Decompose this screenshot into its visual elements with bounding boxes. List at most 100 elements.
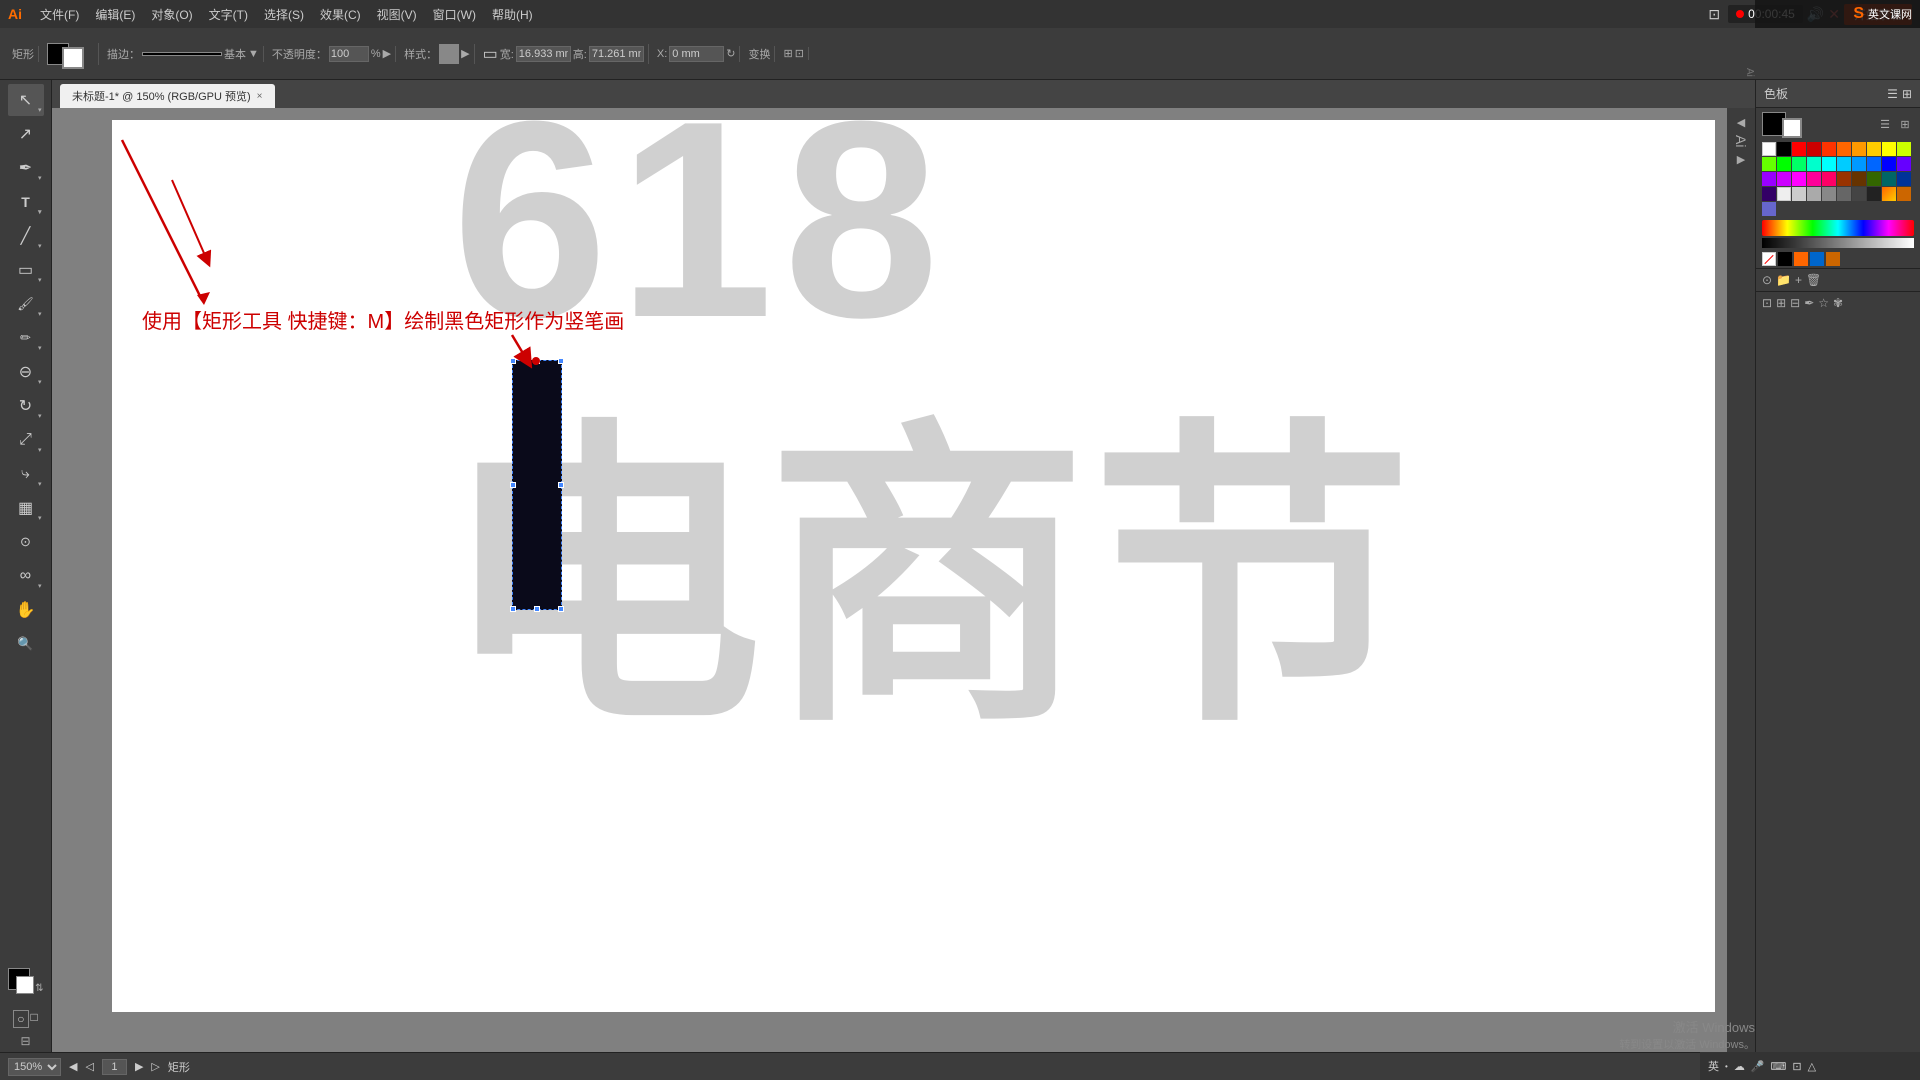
swatch-custom1[interactable]	[1794, 252, 1808, 266]
menu-select[interactable]: 选择(S)	[258, 4, 310, 25]
black-rectangle[interactable]	[512, 360, 562, 610]
style-icon[interactable]: ☆	[1818, 296, 1829, 310]
color-spectrum-bar[interactable]	[1762, 220, 1914, 236]
swatch-orange2[interactable]	[1852, 142, 1866, 156]
canvas-area[interactable]: 未标题-1* @ 150% (RGB/GPU 预览) × 618 电商 节	[52, 80, 1755, 1052]
swatch-grid-icon[interactable]: ⊞	[1896, 115, 1914, 133]
swatch-green2[interactable]	[1777, 157, 1791, 171]
align-icon[interactable]: ⊞	[783, 47, 792, 60]
x-input[interactable]	[669, 46, 724, 62]
swatch-gray3[interactable]	[1807, 187, 1821, 201]
zoom-select[interactable]: 150% 100% 200%	[8, 1058, 61, 1076]
taskbar-icon1[interactable]: ⊡	[1792, 1060, 1801, 1073]
opacity-input[interactable]	[329, 46, 369, 62]
swatch-magenta2[interactable]	[1792, 172, 1806, 186]
swatch-red3[interactable]	[1822, 142, 1836, 156]
taskbar-icon2[interactable]: △	[1808, 1060, 1816, 1073]
swatch-pink1[interactable]	[1807, 172, 1821, 186]
mode-toggle[interactable]: ○ □	[13, 1010, 38, 1028]
swatch-darkpurple[interactable]	[1762, 187, 1776, 201]
nav-next2[interactable]: ▷	[151, 1060, 159, 1073]
keyboard-icon[interactable]: ⌨	[1771, 1060, 1787, 1073]
symbol-icon[interactable]: ✾	[1833, 296, 1843, 310]
transform-label[interactable]: 变换	[748, 46, 770, 62]
handle-bl[interactable]	[510, 606, 516, 612]
panel-collapse-icon[interactable]: ▶	[1737, 153, 1745, 166]
menu-view[interactable]: 视图(V)	[371, 4, 423, 25]
swatch-gray5[interactable]	[1837, 187, 1851, 201]
stroke-swatch[interactable]	[62, 47, 84, 69]
swatch-darkgreen[interactable]	[1867, 172, 1881, 186]
handle-tr[interactable]	[558, 358, 564, 364]
handle-br[interactable]	[558, 606, 564, 612]
brush-icon[interactable]: ✒	[1804, 296, 1814, 310]
swatch-black[interactable]	[1777, 142, 1791, 156]
swatch-blue3[interactable]	[1882, 157, 1896, 171]
height-input[interactable]	[589, 46, 644, 62]
swatch-yellow3[interactable]	[1897, 142, 1911, 156]
menu-edit[interactable]: 编辑(E)	[89, 4, 141, 25]
swatch-special2[interactable]	[1897, 187, 1911, 201]
input-method-icon[interactable]: 英	[1708, 1058, 1719, 1074]
new-color-group-icon[interactable]: 📁	[1776, 273, 1791, 287]
swatch-gray4[interactable]	[1822, 187, 1836, 201]
swatch-darkteal[interactable]	[1882, 172, 1896, 186]
swatch-red1[interactable]	[1792, 142, 1806, 156]
swatch-green3[interactable]	[1792, 157, 1806, 171]
swatch-purple2[interactable]	[1762, 172, 1776, 186]
pencil-tool[interactable]: ✏▾	[8, 322, 44, 354]
swatch-gray6[interactable]	[1852, 187, 1866, 201]
print-icon[interactable]: ⊡	[1708, 6, 1720, 23]
pen-tool[interactable]: ✒▾	[8, 152, 44, 184]
opacity-arrow[interactable]: ▶	[383, 47, 391, 60]
stroke-style-arrow[interactable]: ▼	[248, 48, 259, 60]
color-panel-menu-icon[interactable]: ☰	[1887, 87, 1898, 101]
type-tool[interactable]: T▾	[8, 186, 44, 218]
swatch-custom2[interactable]	[1810, 252, 1824, 266]
swatch-darkblue[interactable]	[1897, 172, 1911, 186]
width-input[interactable]	[516, 46, 571, 62]
nav-next[interactable]: ▶	[135, 1060, 143, 1073]
direct-select-tool[interactable]: ↗	[8, 118, 44, 150]
handle-ml[interactable]	[510, 482, 516, 488]
new-swatch-icon[interactable]: +	[1795, 273, 1802, 287]
warp-tool[interactable]: ⤷▾	[8, 458, 44, 490]
swatch-blue2[interactable]	[1867, 157, 1881, 171]
select-tool[interactable]: ↖▾	[8, 84, 44, 116]
mic-icon[interactable]: 🎤	[1751, 1060, 1765, 1073]
swatch-cyan1[interactable]	[1822, 157, 1836, 171]
nav-prev[interactable]: ◀	[69, 1060, 77, 1073]
stroke-color-box[interactable]	[1782, 118, 1802, 138]
swatch-gray1[interactable]	[1777, 187, 1791, 201]
blend-tool[interactable]: ∞▾	[8, 560, 44, 592]
swatch-yellow1[interactable]	[1867, 142, 1881, 156]
weather-icon[interactable]: ☁	[1734, 1060, 1745, 1073]
document-tab[interactable]: 未标题-1* @ 150% (RGB/GPU 预览) ×	[60, 84, 275, 108]
pathfinder-icon[interactable]: ⊡	[795, 47, 804, 60]
swatch-white[interactable]	[1762, 142, 1776, 156]
swatch-red2[interactable]	[1807, 142, 1821, 156]
screen-mode-btn[interactable]: ⊟	[20, 1034, 30, 1048]
style-arrow[interactable]: ▶	[461, 47, 469, 60]
swatch-registration[interactable]	[1778, 252, 1792, 266]
color-panel-grid-icon[interactable]: ⊞	[1902, 87, 1912, 101]
swatch-pink2[interactable]	[1822, 172, 1836, 186]
swatch-blue1[interactable]	[1852, 157, 1866, 171]
handle-bc[interactable]	[534, 606, 540, 612]
delete-swatch-icon[interactable]: 🗑	[1806, 273, 1821, 287]
swatch-gray2[interactable]	[1792, 187, 1806, 201]
tab-close-button[interactable]: ×	[257, 91, 263, 102]
swatch-custom3[interactable]	[1826, 252, 1840, 266]
swatch-cyan2[interactable]	[1837, 157, 1851, 171]
fill-stroke-area[interactable]: ⇅	[8, 968, 44, 1004]
line-tool[interactable]: ╱▾	[8, 220, 44, 252]
handle-mr[interactable]	[558, 482, 564, 488]
swatch-magenta1[interactable]	[1777, 172, 1791, 186]
menu-type[interactable]: 文字(T)	[203, 4, 254, 25]
shape-tool[interactable]: ▭▾	[8, 254, 44, 286]
rotate-tool[interactable]: ↻▾	[8, 390, 44, 422]
hand-tool[interactable]: ✋	[8, 594, 44, 626]
scale-tool[interactable]: ⤢▾	[8, 424, 44, 456]
panel-expand-icon[interactable]: ◀	[1737, 116, 1745, 129]
menu-object[interactable]: 对象(O)	[145, 4, 198, 25]
